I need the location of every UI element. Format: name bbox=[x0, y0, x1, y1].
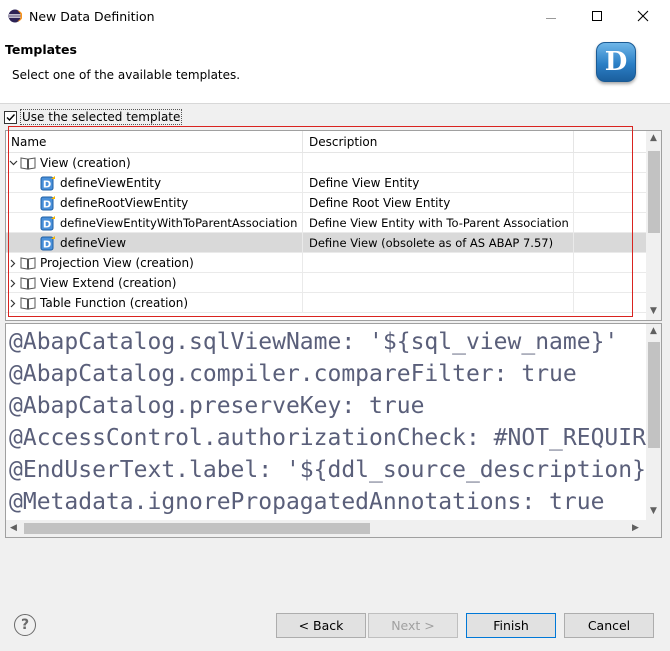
checkmark-icon bbox=[6, 113, 16, 121]
tree-scroll-thumb[interactable] bbox=[648, 151, 660, 233]
preview-line: @EndUserText.label: '${ddl_source_descri… bbox=[9, 457, 660, 483]
scroll-down-icon[interactable]: ▼ bbox=[650, 306, 657, 316]
window-title: New Data Definition bbox=[29, 9, 155, 24]
next-button[interactable]: Next > bbox=[368, 613, 458, 638]
data-definition-logo: D bbox=[596, 42, 636, 82]
preview-line: @AbapCatalog.preserveKey: true bbox=[9, 393, 425, 419]
use-template-label[interactable]: Use the selected template bbox=[20, 109, 183, 125]
scroll-left-icon[interactable]: ◀ bbox=[10, 523, 17, 533]
preview-vscroll-thumb[interactable] bbox=[648, 342, 660, 448]
maximize-icon bbox=[592, 11, 602, 21]
preview-line: @Metadata.ignorePropagatedAnnotations: t… bbox=[9, 489, 605, 515]
cancel-button[interactable]: Cancel bbox=[564, 613, 654, 638]
preview-hscroll-thumb[interactable] bbox=[24, 523, 370, 534]
scroll-up-icon[interactable]: ▲ bbox=[650, 326, 657, 336]
back-button[interactable]: < Back bbox=[276, 613, 366, 638]
preview-line: @AbapCatalog.compiler.compareFilter: tru… bbox=[9, 361, 577, 387]
minimize-button[interactable] bbox=[528, 0, 574, 32]
wizard-header: Templates Select one of the available te… bbox=[0, 32, 670, 104]
highlight-annotation-box bbox=[8, 126, 633, 317]
preview-line: @AbapCatalog.sqlViewName: '${sql_view_na… bbox=[9, 329, 619, 355]
page-description: Select one of the available templates. bbox=[12, 68, 241, 82]
template-preview[interactable]: @AbapCatalog.sqlViewName: '${sql_view_na… bbox=[5, 323, 662, 538]
preview-line: @AccessControl.authorizationCheck: #NOT_… bbox=[9, 425, 662, 451]
scroll-up-icon[interactable]: ▲ bbox=[650, 133, 657, 143]
use-template-checkbox[interactable] bbox=[4, 110, 17, 124]
page-title: Templates bbox=[5, 42, 77, 57]
close-icon bbox=[637, 10, 649, 22]
title-bar: New Data Definition bbox=[0, 0, 670, 32]
preview-horizontal-scrollbar[interactable]: ◀ ▶ bbox=[6, 520, 646, 537]
preview-vertical-scrollbar[interactable]: ▲ ▼ bbox=[646, 324, 661, 537]
tree-vertical-scrollbar[interactable]: ▲ ▼ bbox=[646, 131, 661, 320]
maximize-button[interactable] bbox=[574, 0, 620, 32]
close-button[interactable] bbox=[620, 0, 666, 32]
scroll-down-icon[interactable]: ▼ bbox=[650, 506, 657, 516]
help-button[interactable]: ? bbox=[14, 614, 36, 636]
use-template-option[interactable]: Use the selected template bbox=[4, 108, 183, 126]
finish-button[interactable]: Finish bbox=[466, 613, 556, 638]
scroll-right-icon[interactable]: ▶ bbox=[632, 523, 639, 533]
minimize-icon bbox=[546, 17, 556, 19]
eclipse-icon bbox=[8, 9, 22, 23]
